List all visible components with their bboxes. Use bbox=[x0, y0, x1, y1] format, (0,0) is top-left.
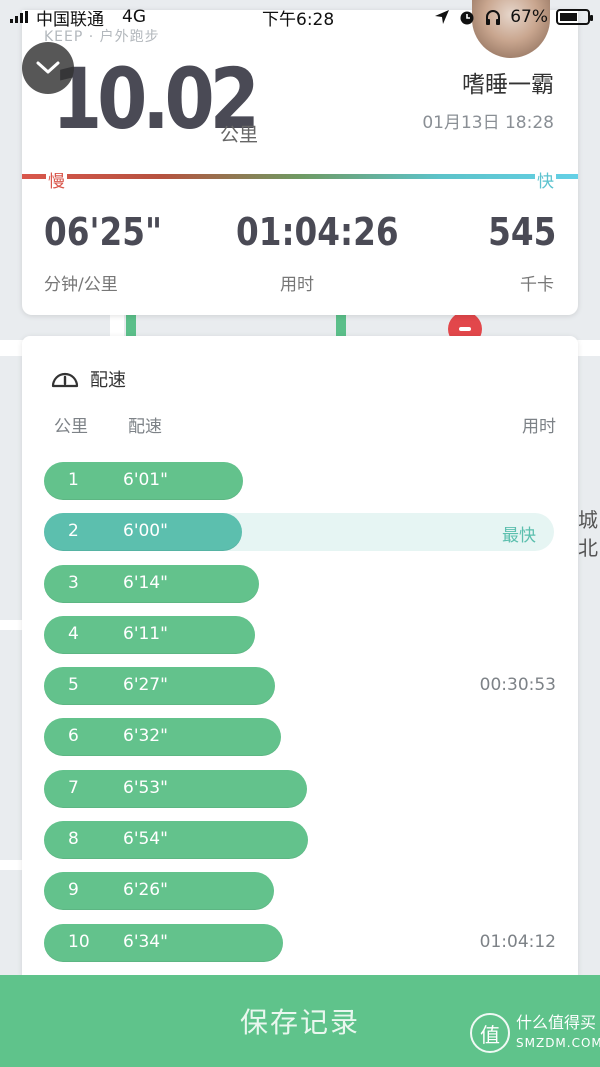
split-km: 7 bbox=[68, 777, 79, 798]
watermark-cn: 什么值得买 bbox=[516, 1013, 597, 1032]
location-arrow-icon bbox=[435, 10, 450, 24]
split-km: 3 bbox=[68, 572, 79, 593]
signal-icon bbox=[10, 11, 28, 23]
fast-label: 快 bbox=[535, 167, 556, 192]
fastest-badge: 最快 bbox=[502, 526, 536, 547]
status-bar: 中国联通 4G 下午6:28 67% bbox=[0, 0, 600, 34]
carrier-name: 中国联通 bbox=[36, 9, 104, 30]
header-time: 用时 bbox=[522, 417, 556, 437]
avg-pace-value: 06'25" bbox=[44, 210, 162, 254]
pace-section-title: 配速 bbox=[50, 366, 126, 392]
split-pace: 6'00" bbox=[123, 521, 168, 542]
map-road bbox=[0, 620, 22, 630]
header-km: 公里 bbox=[54, 417, 88, 437]
pace-title-text: 配速 bbox=[90, 370, 126, 391]
header-pace: 配速 bbox=[128, 417, 162, 437]
calories-value: 545 bbox=[487, 210, 556, 254]
split-pace-bar bbox=[44, 821, 308, 860]
split-row[interactable]: 9 6'26" bbox=[44, 872, 556, 911]
split-pace: 6'54" bbox=[123, 829, 168, 850]
distance-unit: 公里 bbox=[220, 124, 259, 146]
duration-label: 用时 bbox=[280, 275, 314, 295]
duration-value: 01:04:26 bbox=[236, 210, 399, 254]
headphones-icon bbox=[486, 10, 501, 25]
pace-card: 配速 公里 配速 用时 1 6'01" 2 6'00" 最快 3 6'14" 4 6'11" 5 6… bbox=[22, 336, 578, 976]
summary-card: KEEP · 户外跑步 10.02 公里 嗜睡一霸 01月13日 18:28 慢… bbox=[22, 0, 578, 315]
chevron-down-icon bbox=[36, 61, 60, 74]
battery-icon bbox=[556, 9, 593, 25]
split-km: 8 bbox=[68, 829, 79, 850]
split-row[interactable]: 10 6'34" 01:04:12 bbox=[44, 923, 556, 962]
run-datetime: 01月13日 18:28 bbox=[422, 113, 554, 133]
clock: 下午6:28 bbox=[262, 9, 335, 30]
split-row[interactable]: 3 6'14" bbox=[44, 564, 556, 603]
map-poi-label: 城北 bbox=[578, 508, 598, 560]
split-pace: 6'53" bbox=[123, 777, 168, 798]
split-row[interactable]: 8 6'54" bbox=[44, 821, 556, 860]
calories-label: 千卡 bbox=[520, 275, 554, 295]
battery-fill bbox=[560, 13, 578, 21]
pace-gradient-bar bbox=[22, 174, 578, 179]
split-row[interactable]: 5 6'27" 00:30:53 bbox=[44, 667, 556, 706]
split-km: 9 bbox=[68, 880, 79, 901]
split-cumulative-time: 00:30:53 bbox=[479, 675, 556, 696]
split-pace-bar bbox=[44, 769, 307, 808]
battery-percent: 67% bbox=[510, 7, 548, 27]
watermark: 值 什么值得买 SMZDM.COM bbox=[470, 1013, 600, 1053]
split-pace: 6'14" bbox=[123, 572, 168, 593]
network-type: 4G bbox=[122, 7, 146, 27]
split-row[interactable]: 7 6'53" bbox=[44, 769, 556, 808]
split-pace: 6'32" bbox=[123, 726, 168, 747]
split-cumulative-time: 01:04:12 bbox=[479, 931, 556, 952]
split-pace: 6'11" bbox=[123, 623, 168, 644]
split-km: 1 bbox=[68, 470, 79, 490]
alarm-icon bbox=[460, 11, 474, 25]
split-row[interactable]: 1 6'01" bbox=[44, 462, 556, 500]
split-row[interactable]: 2 6'00" 最快 bbox=[44, 513, 556, 552]
split-km: 2 bbox=[68, 521, 79, 542]
collapse-button[interactable] bbox=[22, 42, 74, 94]
split-row[interactable]: 6 6'32" bbox=[44, 718, 556, 757]
split-list: 1 6'01" 2 6'00" 最快 3 6'14" 4 6'11" 5 6'27" 00:30:53… bbox=[44, 462, 556, 975]
avg-pace-label: 分钟/公里 bbox=[44, 275, 118, 295]
stats-row: 06'25" 分钟/公里 01:04:26 用时 545 千卡 bbox=[22, 210, 578, 300]
speedometer-icon bbox=[51, 372, 79, 388]
split-km: 4 bbox=[68, 623, 79, 644]
split-row[interactable]: 4 6'11" bbox=[44, 615, 556, 654]
split-pace: 6'34" bbox=[123, 931, 168, 952]
map-road bbox=[0, 860, 22, 870]
slow-label: 慢 bbox=[46, 167, 67, 192]
split-km: 10 bbox=[68, 931, 90, 952]
watermark-en: SMZDM.COM bbox=[516, 1036, 600, 1050]
split-pace: 6'26" bbox=[123, 880, 168, 901]
username[interactable]: 嗜睡一霸 bbox=[462, 65, 554, 99]
save-record-label: 保存记录 bbox=[239, 1006, 360, 1039]
watermark-logo: 值 bbox=[470, 1013, 510, 1053]
split-pace: 6'01" bbox=[123, 470, 168, 490]
split-km: 6 bbox=[68, 726, 79, 747]
split-pace: 6'27" bbox=[123, 675, 168, 696]
split-km: 5 bbox=[68, 675, 79, 696]
